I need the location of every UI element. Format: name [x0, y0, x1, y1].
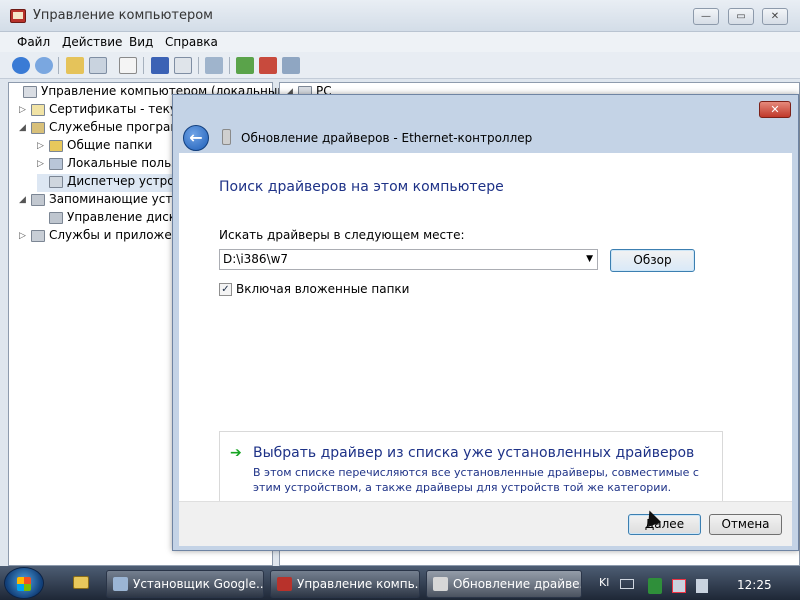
collapse-icon[interactable]: ◢ [19, 123, 29, 133]
page-heading: Поиск драйверов на этом компьютере [219, 179, 504, 195]
dialog-header: ← Обновление драйверов - Ethernet-контро… [179, 117, 792, 153]
minimize-button[interactable]: — [693, 8, 719, 25]
back-button[interactable]: ← [183, 125, 209, 151]
language-indicator[interactable]: Kl [599, 576, 609, 589]
dialog-footer: Далее Отмена [179, 501, 792, 546]
tree-item[interactable]: ▷ Общие папки [37, 138, 152, 156]
uninstall-icon[interactable] [259, 57, 277, 74]
toolbar [0, 52, 800, 79]
system-tools-icon [31, 121, 45, 134]
chevron-down-icon[interactable]: ▼ [586, 250, 593, 269]
tree-item[interactable]: ◢ Запоминающие устр [19, 192, 180, 210]
disk-management-icon [49, 211, 63, 224]
taskbar-item-installer[interactable]: Установщик Google... [106, 570, 264, 598]
computer-management-icon [277, 577, 292, 591]
include-subfolders-label: Включая вложенные папки [236, 282, 410, 296]
expand-icon[interactable]: ▷ [19, 105, 29, 115]
taskbar-item-label: Управление компь... [297, 577, 420, 591]
menu-action[interactable]: Действие [62, 35, 122, 49]
taskbar-item-update-driver[interactable]: Обновление драйве... [426, 570, 582, 598]
green-arrow-icon: ➔ [230, 445, 242, 461]
update-driver-dialog: ✕ ← Обновление драйверов - Ethernet-конт… [172, 94, 799, 551]
toolbar-separator [143, 57, 144, 74]
network-adapter-icon [222, 129, 231, 145]
services-icon [31, 229, 45, 242]
toolbar-separator [198, 57, 199, 74]
expand-icon[interactable]: ▷ [37, 141, 47, 151]
pick-from-list-title[interactable]: Выбрать драйвер из списка уже установлен… [253, 445, 694, 461]
taskbar-item-label: Установщик Google... [133, 577, 264, 591]
properties-icon[interactable] [119, 57, 137, 74]
tree-item[interactable]: Управление диска [37, 210, 183, 228]
action-pane-icon[interactable] [174, 57, 192, 74]
toolbar-separator [229, 57, 230, 74]
menu-help[interactable]: Справка [165, 35, 218, 49]
tree-item-label: Локальные пользо [67, 156, 185, 170]
tree-item-label: Служебные программ [49, 120, 189, 134]
dialog-title: Обновление драйверов - Ethernet-контролл… [241, 131, 533, 145]
menu-view[interactable]: Вид [129, 35, 153, 49]
security-shield-icon[interactable] [648, 578, 662, 594]
expand-icon[interactable]: ▷ [37, 159, 47, 169]
tree-item-selected[interactable]: Диспетчер устрой [37, 174, 183, 192]
cancel-button[interactable]: Отмена [709, 514, 782, 535]
tree-item-label: Управление диска [67, 210, 184, 224]
taskbar-item-computer-management[interactable]: Управление компь... [270, 570, 420, 598]
certificates-icon [31, 103, 45, 116]
forward-arrow-icon[interactable] [35, 57, 53, 74]
search-location-label: Искать драйверы в следующем месте: [219, 228, 465, 242]
up-folder-icon[interactable] [66, 57, 84, 74]
storage-icon [31, 193, 45, 206]
maximize-button[interactable]: ▭ [728, 8, 754, 25]
tree-item[interactable]: ▷ Службы и приложен [19, 228, 180, 246]
update-driver-icon[interactable] [236, 57, 254, 74]
help-icon[interactable] [151, 57, 169, 74]
computer-management-icon [10, 9, 26, 23]
tree-item-label: Сертификаты - текущ [49, 102, 189, 116]
scan-hardware-icon[interactable] [205, 57, 223, 74]
tree-item-label: Запоминающие устр [49, 192, 180, 206]
next-button[interactable]: Далее [628, 514, 701, 535]
menu-file[interactable]: Файл [17, 35, 50, 49]
dialog-close-button[interactable]: ✕ [759, 101, 791, 118]
explorer-quicklaunch-icon[interactable] [73, 576, 89, 589]
computer-management-icon [23, 85, 37, 98]
tree-item[interactable]: ◢ Служебные программ [19, 120, 188, 138]
driver-path-value: D:\i386\w7 [223, 252, 289, 266]
browse-button[interactable]: Обзор [610, 249, 695, 272]
local-users-icon [49, 157, 63, 170]
keyboard-icon[interactable] [620, 579, 634, 589]
clock[interactable]: 12:25 [737, 578, 772, 592]
installer-icon [113, 577, 128, 591]
close-button[interactable]: ✕ [762, 8, 788, 25]
tree-item-label: Службы и приложен [49, 228, 180, 242]
enable-device-icon[interactable] [282, 57, 300, 74]
tree-item[interactable]: ▷ Локальные пользо [37, 156, 185, 174]
menu-bar: Файл Действие Вид Справка [0, 32, 800, 52]
shared-folders-icon [49, 139, 63, 152]
toolbar-separator [58, 57, 59, 74]
network-error-icon[interactable] [672, 579, 686, 593]
expand-icon[interactable]: ▷ [19, 231, 29, 241]
device-manager-icon [49, 175, 63, 188]
tree-item-label: Общие папки [67, 138, 153, 152]
collapse-icon[interactable]: ◢ [19, 195, 29, 205]
volume-muted-icon[interactable] [696, 579, 708, 593]
start-button[interactable] [4, 567, 44, 599]
include-subfolders-checkbox[interactable]: ✓ [219, 283, 232, 296]
window-title: Управление компьютером [33, 8, 213, 23]
driver-path-combobox[interactable]: D:\i386\w7 ▼ [219, 249, 598, 270]
show-hide-tree-icon[interactable] [89, 57, 107, 74]
pick-from-list-description: В этом списке перечисляются все установл… [253, 466, 699, 494]
update-driver-icon [433, 577, 448, 591]
taskbar-item-label: Обновление драйве... [453, 577, 582, 591]
title-bar[interactable]: Управление компьютером — ▭ ✕ [0, 0, 800, 32]
tree-item-label: Диспетчер устрой [67, 174, 183, 188]
back-arrow-icon[interactable] [12, 57, 30, 74]
tree-item[interactable]: ▷ Сертификаты - текущ [19, 102, 188, 120]
dialog-body: Поиск драйверов на этом компьютере Искат… [179, 153, 792, 515]
